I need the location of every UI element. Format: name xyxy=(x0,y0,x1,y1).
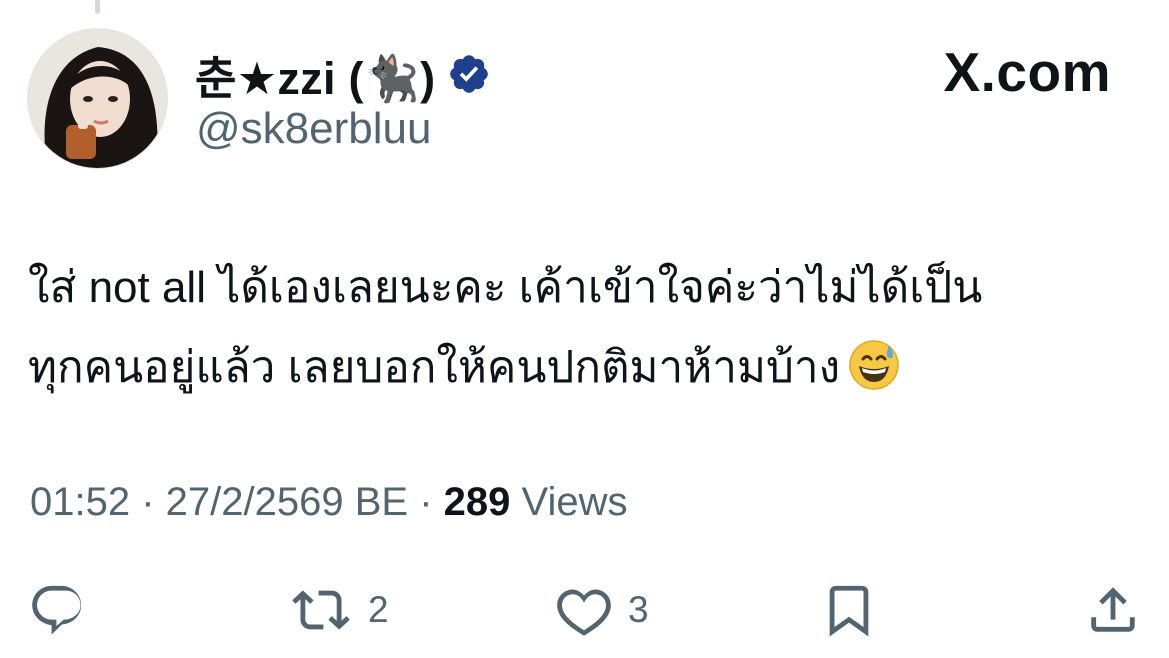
tweet-text-body: ใส่ not all ได้เองเลยนะคะ เค้าเข้าใจค่ะว… xyxy=(28,263,983,392)
views-count: 289 xyxy=(443,480,511,524)
tweet-meta: 01:52 · 27/2/2569 BE · 289 Views xyxy=(30,480,627,525)
tweet-time[interactable]: 01:52 xyxy=(30,480,130,524)
author-handle[interactable]: @sk8erbluu xyxy=(196,104,431,154)
avatar[interactable] xyxy=(27,28,168,169)
share-button[interactable] xyxy=(1084,580,1142,640)
heart-icon xyxy=(554,581,614,639)
meta-separator: · xyxy=(130,480,166,524)
verified-badge-icon xyxy=(447,52,491,96)
brand-text: X.com xyxy=(943,41,1111,103)
tweet-actions: 2 3 xyxy=(0,580,1169,640)
reply-button[interactable] xyxy=(28,580,86,640)
retweet-button[interactable]: 2 xyxy=(288,580,389,640)
brand-logo: X.com xyxy=(943,41,1111,103)
bookmark-button[interactable] xyxy=(820,580,878,640)
retweet-icon xyxy=(288,581,354,639)
author-display-name[interactable]: 춘★zzi (🐈‍⬛) xyxy=(195,42,435,107)
bookmark-icon xyxy=(820,581,878,639)
retweet-count: 2 xyxy=(368,589,389,630)
grinning-face-with-sweat-icon xyxy=(848,337,900,390)
meta-separator: · xyxy=(408,480,444,524)
tweet-text: ใส่ not all ได้เองเลยนะคะ เค้าเข้าใจค่ะว… xyxy=(28,248,1148,408)
like-count: 3 xyxy=(628,589,649,630)
like-button[interactable]: 3 xyxy=(554,580,649,640)
reply-icon xyxy=(28,581,86,639)
author-display-name-row[interactable]: 춘★zzi (🐈‍⬛) xyxy=(195,44,491,104)
share-icon xyxy=(1084,581,1142,639)
views-label: Views xyxy=(510,480,628,524)
tweet-date[interactable]: 27/2/2569 BE xyxy=(166,480,408,524)
thread-connector-line xyxy=(95,0,100,14)
